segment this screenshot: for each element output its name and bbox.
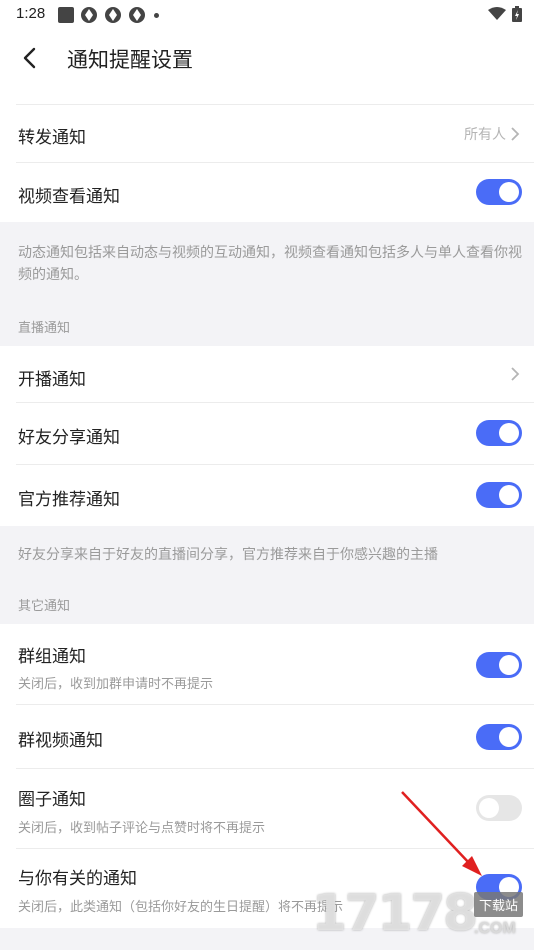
section-header-live: 直播通知 (18, 320, 71, 335)
status-right-icons (488, 6, 522, 22)
group-notification-toggle[interactable] (476, 652, 522, 678)
toggle-knob (499, 485, 519, 505)
row-stream-start-notification[interactable]: 开播通知 (0, 346, 534, 402)
section-header-other: 其它通知 (18, 598, 71, 613)
section-header-band: 其它通知 (0, 582, 534, 624)
info-text: 好友分享来自于好友的直播间分享，官方推荐来自于你感兴趣的主播 (18, 546, 438, 562)
row-value-group (510, 366, 520, 382)
toggle-knob (499, 423, 519, 443)
row-video-view-notification: 视频查看通知 (0, 162, 534, 222)
row-value: 所有人 (464, 126, 506, 142)
row-label: 开播通知 (18, 370, 86, 389)
row-group-video-notification: 群视频通知 (0, 704, 534, 768)
row-value-group: 所有人 (464, 124, 520, 144)
app-icon (105, 7, 121, 23)
status-bar: 1:28 (0, 0, 534, 30)
official-recommend-toggle[interactable] (476, 482, 522, 508)
row-group-notification: 群组通知 关闭后，收到加群申请时不再提示 (0, 624, 534, 704)
toggle-knob (499, 655, 519, 675)
status-time: 1:28 (16, 5, 46, 22)
row-circle-notification: 圈子通知 关闭后，收到帖子评论与点赞时将不再提示 (0, 768, 534, 848)
watermark-logo: 17178 (312, 884, 478, 942)
watermark-domain: .COM (474, 920, 516, 937)
divider (16, 768, 534, 769)
section-header-band: 直播通知 (0, 304, 534, 346)
circle-notification-toggle[interactable] (476, 795, 522, 821)
toggle-knob (499, 182, 519, 202)
divider (16, 104, 534, 105)
watermark-tag: 下载站 (474, 892, 524, 917)
divider (16, 402, 534, 403)
toggle-knob (479, 798, 499, 818)
video-view-toggle[interactable] (476, 179, 522, 205)
wifi-icon (488, 7, 506, 20)
top-bar: 通知提醒设置 (0, 30, 534, 86)
row-label: 视频查看通知 (18, 187, 120, 206)
row-friend-share-notification: 好友分享通知 (0, 402, 534, 464)
row-label: 群组通知 (18, 647, 86, 666)
divider (16, 704, 534, 705)
row-label: 与你有关的通知 (18, 869, 137, 888)
info-band: 动态通知包括来自动态与视频的互动通知，视频查看通知包括多人与单人查看你视频的通知… (0, 222, 534, 304)
dot-icon (154, 12, 159, 18)
friend-share-toggle[interactable] (476, 420, 522, 446)
info-text: 动态通知包括来自动态与视频的互动通知，视频查看通知包括多人与单人查看你视频的通知… (18, 244, 522, 282)
toggle-knob (499, 727, 519, 747)
divider (16, 464, 534, 465)
row-label: 官方推荐通知 (18, 490, 120, 509)
row-label: 转发通知 (18, 128, 86, 147)
row-subtitle: 关闭后，收到加群申请时不再提示 (18, 676, 214, 691)
group-video-toggle[interactable] (476, 724, 522, 750)
app-icon (81, 7, 97, 23)
row-label: 好友分享通知 (18, 428, 120, 447)
status-left-icons (58, 6, 159, 24)
info-band: 好友分享来自于好友的直播间分享，官方推荐来自于你感兴趣的主播 (0, 526, 534, 582)
row-subtitle: 关闭后，此类通知（包括你好友的生日提醒）将不再提示 (18, 899, 344, 914)
chevron-left-icon[interactable] (16, 44, 44, 72)
divider (16, 162, 534, 163)
battery-icon (512, 6, 522, 22)
row-label: 圈子通知 (18, 790, 86, 809)
chevron-right-icon (511, 367, 520, 381)
page-title: 通知提醒设置 (67, 49, 193, 72)
divider (16, 848, 534, 849)
row-subtitle: 关闭后，收到帖子评论与点赞时将不再提示 (18, 820, 266, 835)
chevron-right-icon (511, 127, 520, 141)
row-official-recommend-notification: 官方推荐通知 (0, 464, 534, 526)
notification-square-icon (58, 7, 74, 23)
app-icon (129, 7, 145, 23)
row-forward-notification[interactable]: 转发通知 所有人 (0, 104, 534, 162)
row-label: 群视频通知 (18, 731, 103, 750)
